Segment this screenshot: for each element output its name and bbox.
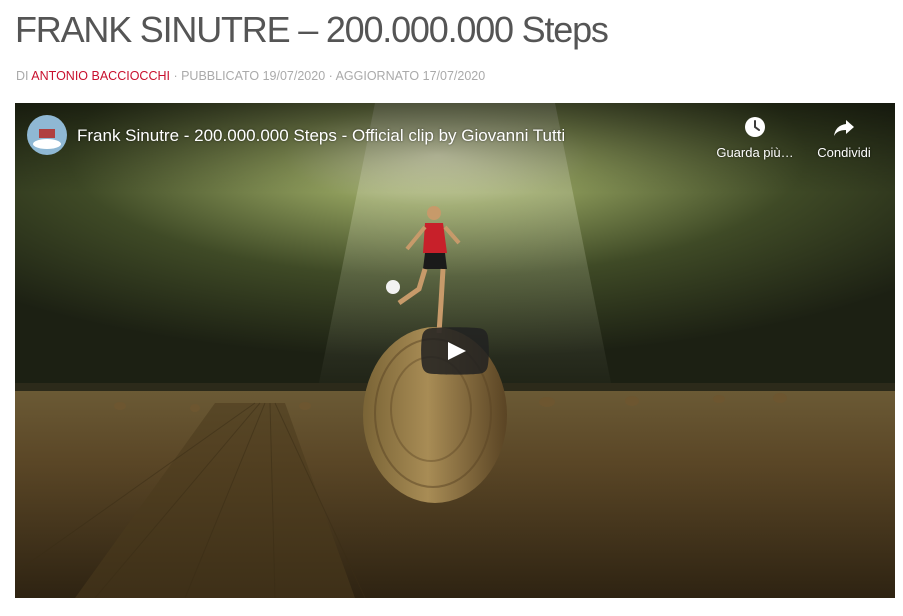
post-meta: DI ANTONIO BACCIOCCHI · PUBBLICATO 19/07…: [16, 68, 485, 84]
share-label: Condividi: [817, 145, 871, 160]
share-arrow-icon: [834, 120, 854, 136]
watch-later-button[interactable]: Guarda più…: [710, 115, 800, 167]
watch-later-label: Guarda più…: [716, 145, 794, 160]
play-button[interactable]: [421, 327, 489, 375]
author-link[interactable]: ANTONIO BACCIOCCHI: [31, 69, 170, 83]
video-title[interactable]: Frank Sinutre - 200.000.000 Steps - Offi…: [77, 125, 565, 147]
meta-dates: · PUBBLICATO 19/07/2020 · AGGIORNATO 17/…: [169, 69, 486, 83]
video-player[interactable]: Frank Sinutre - 200.000.000 Steps - Offi…: [15, 103, 895, 598]
post-title: FRANK SINUTRE – 200.000.000 Steps: [15, 9, 609, 50]
meta-prefix: DI: [16, 69, 32, 83]
page: FRANK SINUTRE – 200.000.000 Steps DI ANT…: [0, 0, 903, 616]
clock-icon: [745, 117, 765, 137]
channel-avatar[interactable]: [27, 115, 67, 155]
share-button[interactable]: Condividi: [799, 115, 889, 167]
